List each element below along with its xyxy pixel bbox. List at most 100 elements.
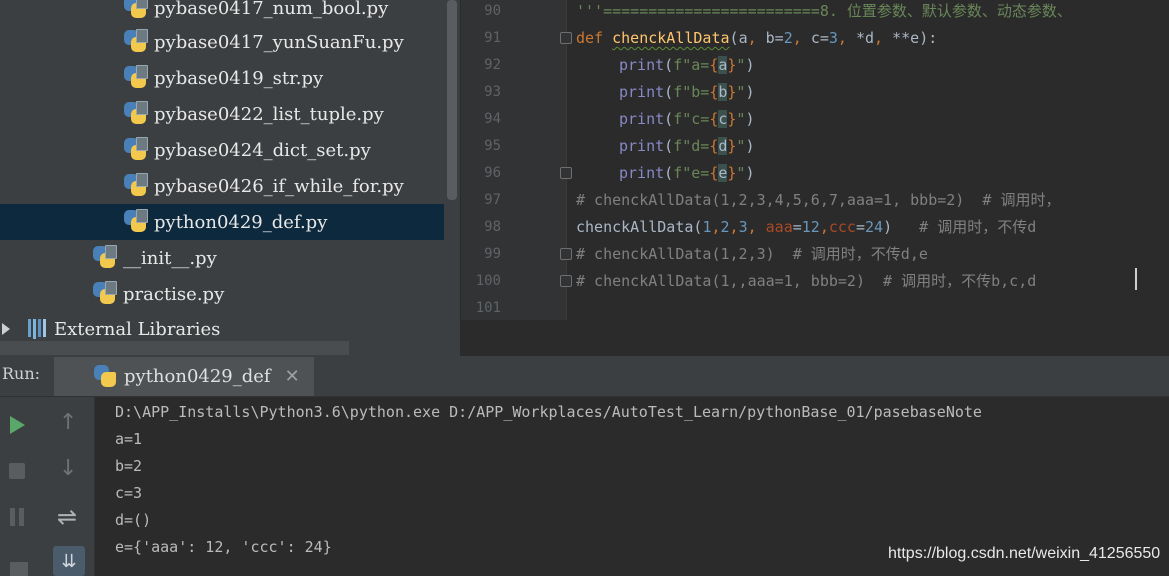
code-line-100: # chenckAllData(1,,aaa=1, bbb=2) # 调用时，不…	[576, 272, 1037, 290]
separator: ,	[711, 218, 721, 236]
tree-file[interactable]: pybase0426_if_while_for.py	[0, 168, 460, 204]
python-file-icon	[122, 137, 148, 163]
paren: (	[664, 110, 674, 128]
python-file-icon	[91, 281, 117, 307]
tree-file-label: pybase0424_dict_set.py	[154, 139, 371, 161]
param-e: **e	[892, 29, 920, 47]
builtin-print: print	[619, 83, 665, 101]
kwarg-name: aaa	[765, 218, 793, 236]
console-line: D:\APP_Installs\Python3.6\python.exe D:/…	[115, 403, 982, 421]
code-line-94: print(f"c={c}")	[619, 106, 754, 133]
run-label: Run:	[2, 364, 41, 383]
up-arrow-icon[interactable]: ↑	[59, 410, 77, 435]
fold-marker-icon[interactable]	[560, 32, 572, 44]
tree-file[interactable]: pybase0419_str.py	[0, 60, 460, 96]
tree-file-label: pybase0422_list_tuple.py	[154, 103, 384, 125]
code-line-95: print(f"d={d}")	[619, 133, 754, 160]
soft-wrap-icon[interactable]: ⇌	[57, 503, 77, 531]
fstring-brace: {	[709, 56, 719, 74]
separator: ,	[729, 218, 739, 236]
tree-horizontal-scrollbar[interactable]	[0, 341, 349, 355]
function-name: chenckAllData	[612, 29, 730, 47]
dump-threads-icon[interactable]	[10, 562, 28, 576]
paren-close: )	[745, 83, 755, 101]
param-b: b=	[765, 29, 784, 47]
paren-close: )	[745, 110, 755, 128]
function-call: chenckAllData	[576, 218, 694, 236]
line-number: 97	[484, 192, 501, 208]
fstring-start: f"e=	[673, 164, 710, 182]
expand-arrow-icon[interactable]	[2, 323, 10, 335]
tree-file[interactable]: practise.py	[0, 276, 460, 312]
separator: ,	[874, 29, 893, 47]
equals: =	[855, 218, 865, 236]
indent-guide	[566, 0, 567, 320]
param-c: c=	[810, 29, 829, 47]
line-number: 100	[475, 273, 501, 289]
python-file-icon	[122, 209, 148, 235]
tree-file[interactable]: __init__.py	[0, 240, 460, 276]
param-d: *d	[855, 29, 875, 47]
stop-icon[interactable]	[9, 463, 25, 479]
down-arrow-icon[interactable]: ↓	[59, 456, 77, 481]
close-icon[interactable]: ✕	[285, 366, 300, 387]
line-number: 99	[484, 246, 501, 262]
pause-icon[interactable]	[10, 508, 24, 526]
tree-file[interactable]: pybase0424_dict_set.py	[0, 132, 460, 168]
rerun-play-icon[interactable]	[10, 416, 25, 434]
paren: (	[664, 56, 674, 74]
console-line: d=()	[115, 511, 152, 529]
fold-marker-icon[interactable]	[560, 167, 572, 179]
separator: ,	[819, 218, 829, 236]
code-line-90: '''========================8. 位置参数、默认参数、…	[576, 2, 1072, 20]
tree-file[interactable]: pybase0417_yunSuanFu.py	[0, 24, 460, 60]
fstring-brace: {	[709, 110, 719, 128]
external-libraries-label: External Libraries	[54, 318, 221, 340]
editor-bottom-area	[461, 320, 1169, 356]
paren-close: )	[745, 164, 755, 182]
fstring-start: f"a=	[673, 56, 710, 74]
tree-scroll-thumb[interactable]	[447, 0, 457, 200]
separator: ,	[837, 29, 856, 47]
run-tab[interactable]: python0429_def ✕	[54, 357, 314, 396]
equals: =	[792, 218, 802, 236]
line-number: 91	[484, 30, 501, 46]
tree-file-label: pybase0419_str.py	[154, 67, 324, 89]
tree-external-libraries[interactable]: External Libraries	[0, 314, 220, 344]
tree-file[interactable]: pybase0422_list_tuple.py	[0, 96, 460, 132]
kwarg-value: 12	[801, 218, 820, 236]
fstring-brace: {	[709, 164, 719, 182]
tree-file[interactable]: pybase0417_num_bool.py	[0, 0, 460, 26]
console-line: c=3	[115, 484, 143, 502]
fstring-brace: {	[709, 137, 719, 155]
code-line-97: # chenckAllData(1,2,3,4,5,6,7,aaa=1, bbb…	[576, 191, 1061, 209]
library-icon	[28, 319, 46, 339]
fold-marker-icon[interactable]	[560, 275, 572, 287]
default-c: 3	[828, 29, 838, 47]
param-a: a	[738, 29, 748, 47]
builtin-print: print	[619, 56, 665, 74]
watermark: https://blog.csdn.net/weixin_41256550	[888, 545, 1161, 562]
project-tree: pybase0417_num_bool.py pybase0417_yunSua…	[0, 0, 460, 356]
run-tab-name: python0429_def	[124, 366, 271, 387]
console-line: e={'aaa': 12, 'ccc': 24}	[115, 538, 332, 556]
python-file-icon	[122, 101, 148, 127]
code-line-99: # chenckAllData(1,2,3) # 调用时，不传d,e	[576, 245, 928, 263]
code-line-96: print(f"e={e}")	[619, 160, 754, 187]
inline-comment: # 调用时，不传d	[892, 218, 1037, 236]
keyword-def: def	[576, 29, 604, 47]
tree-file-selected[interactable]: python0429_def.py	[0, 204, 460, 240]
console-line: a=1	[115, 430, 143, 448]
paren-close: )	[745, 56, 755, 74]
line-number: 92	[484, 57, 501, 73]
paren-close: )	[883, 218, 893, 236]
python-file-icon	[122, 173, 148, 199]
tree-file-label: pybase0426_if_while_for.py	[154, 175, 404, 197]
line-number: 101	[475, 300, 501, 316]
console-line: b=2	[115, 457, 143, 475]
line-number: 95	[484, 138, 501, 154]
fold-marker-icon[interactable]	[560, 248, 572, 260]
line-number: 98	[484, 219, 501, 235]
scroll-to-end-icon[interactable]: ⇊	[53, 546, 85, 576]
code-line-98: chenckAllData(1,2,3, aaa=12,ccc=24) # 调用…	[576, 214, 1036, 241]
